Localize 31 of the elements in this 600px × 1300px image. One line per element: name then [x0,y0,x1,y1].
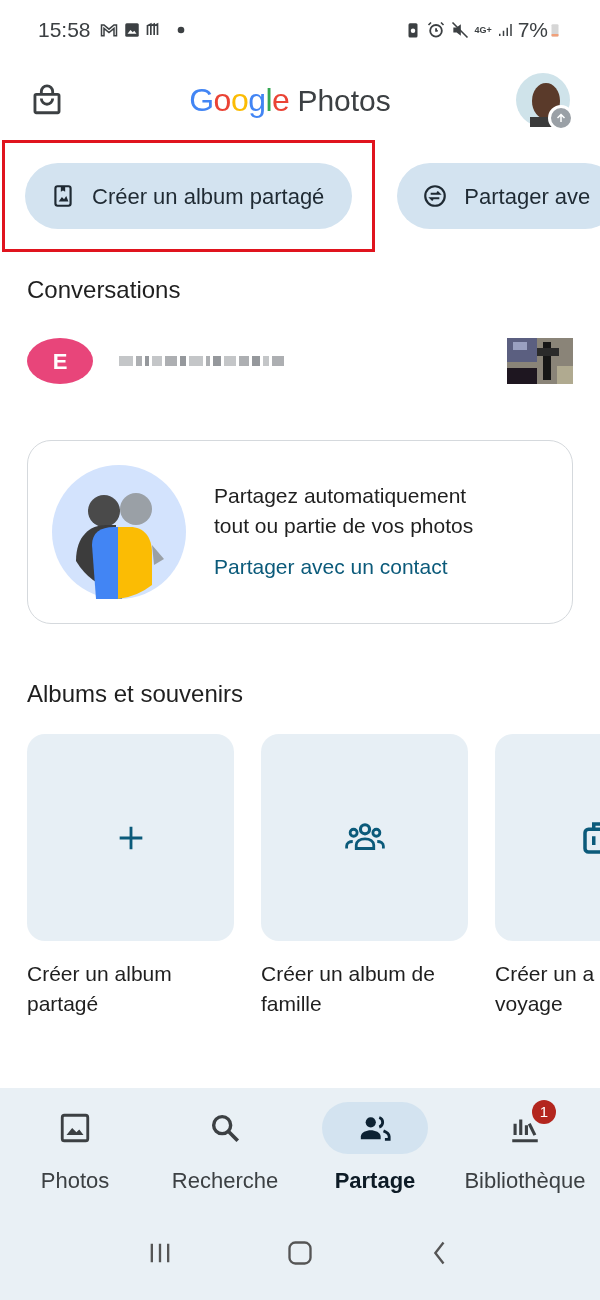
nav-tab[interactable]: 1 Bibliothèque [450,1102,600,1213]
chip-button[interactable]: Partager ave [397,163,600,229]
app-title: Photos [297,83,391,119]
section-title: Conversations [26,275,182,305]
nav-tab[interactable]: Partage [300,1102,450,1213]
home-icon[interactable] [286,1238,314,1267]
section-title: Albums et souvenirs [26,679,245,709]
notification-badge: 1 [532,1100,556,1124]
album-label: Créer un album partagé [27,961,173,1017]
gallery-icon [122,21,141,39]
share-arrows-icon [422,183,449,209]
image-icon [58,1111,92,1145]
album-tile[interactable] [27,734,234,941]
conversation-row[interactable]: E [0,316,600,406]
contact-share-link[interactable]: Partager avec un contact [214,551,504,583]
network-type: 4G+ [474,25,492,35]
album-label: Créer un album de famille [261,961,436,1017]
mute-icon [450,20,471,40]
logo-text: Google [189,81,290,120]
album-tile[interactable] [261,734,468,941]
promo-text: Partagez automatiquement tout ou partie de vos photos [214,483,475,540]
alarm-icon [426,20,447,40]
status-time: 15:58 [38,17,91,44]
notification-dot-icon [176,26,185,34]
account-avatar[interactable] [516,73,570,127]
nav-tab[interactable]: Recherche [150,1102,300,1213]
battery-percent: 7% [517,17,548,44]
album-label: Créer un a voyage [495,961,596,1017]
chip-button[interactable]: Créer un album partagé [25,163,353,229]
nav-tab[interactable]: Photos [0,1102,150,1213]
conversation-avatar: E [27,338,93,384]
